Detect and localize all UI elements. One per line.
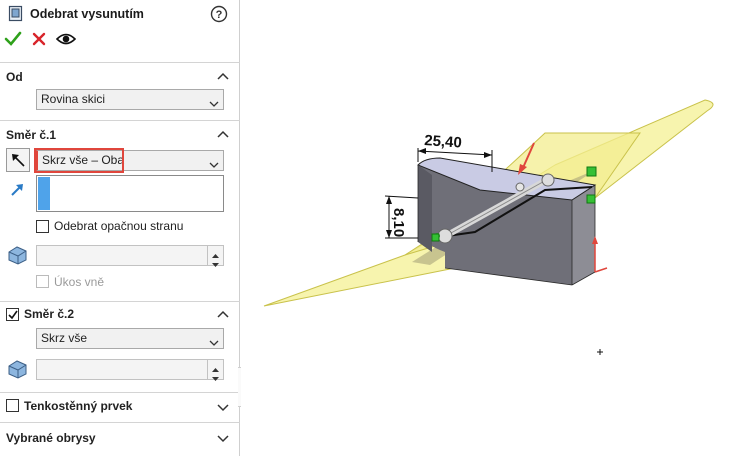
- preview-eye-icon[interactable]: [55, 31, 77, 47]
- reverse-direction-icon: [12, 154, 25, 167]
- separator: [0, 422, 240, 423]
- cancel-x-icon[interactable]: [31, 31, 47, 47]
- direction2-checkbox[interactable]: [6, 308, 19, 321]
- chevron-up-icon[interactable]: [216, 128, 230, 138]
- separator: [0, 120, 240, 121]
- chevron-up-icon[interactable]: [216, 308, 230, 318]
- section-selected-contours-title: Vybrané obrysy: [6, 431, 96, 445]
- section-thin-feature-title: Tenkostěnný prvek: [24, 399, 133, 413]
- ok-checkmark-icon[interactable]: [4, 30, 22, 48]
- draft-outward-checkbox[interactable]: [36, 275, 49, 288]
- separator: [0, 301, 240, 302]
- panel-header: Odebrat vysunutím ?: [0, 0, 240, 62]
- direction2-dropdown[interactable]: Skrz vše: [36, 328, 224, 349]
- cursor-crosshair: [597, 349, 603, 355]
- separator: [0, 62, 240, 63]
- from-dropdown[interactable]: Rovina skici: [36, 89, 224, 110]
- separator: [0, 392, 240, 393]
- draft-icon[interactable]: [6, 243, 30, 267]
- dimension-horizontal[interactable]: 25,40: [424, 132, 463, 152]
- dimension-vertical[interactable]: 8,10: [390, 208, 407, 237]
- section-from-title: Od: [6, 70, 23, 84]
- spin-up-icon[interactable]: [211, 362, 220, 372]
- thin-feature-checkbox[interactable]: [6, 399, 19, 412]
- active-selection-bar: [38, 177, 50, 210]
- section-direction1-title: Směr č.1: [6, 128, 57, 142]
- section-direction2-title: Směr č.2: [24, 307, 75, 321]
- reverse-direction-button[interactable]: [6, 148, 30, 172]
- property-manager-panel: Odebrat vysunutím ? Od Rovina skici Směr…: [0, 0, 240, 456]
- graphics-viewport[interactable]: 25,40 8,10: [241, 0, 750, 456]
- chevron-up-icon[interactable]: [216, 70, 230, 80]
- draft-angle-spinner[interactable]: [36, 245, 224, 267]
- extruded-cut-icon: [8, 5, 24, 23]
- chevron-down-icon: [209, 334, 219, 346]
- spin-up-icon[interactable]: [211, 248, 220, 258]
- direction-vector-listbox[interactable]: [36, 175, 224, 212]
- direction-arrow-icon[interactable]: [7, 178, 31, 202]
- chevron-down-icon[interactable]: [216, 432, 230, 443]
- panel-title: Odebrat vysunutím: [30, 7, 144, 21]
- spin-down-icon[interactable]: [211, 371, 220, 381]
- checkmark-icon: [8, 310, 18, 320]
- spinner-buttons[interactable]: [207, 246, 223, 267]
- chevron-down-icon: [209, 95, 219, 107]
- flip-side-checkbox[interactable]: [36, 220, 49, 233]
- spinner-buttons[interactable]: [207, 360, 223, 381]
- chevron-down-icon: [209, 156, 219, 168]
- draft-icon[interactable]: [6, 357, 30, 381]
- highlight-box: [34, 148, 124, 173]
- model-view: 25,40 8,10: [263, 99, 714, 355]
- direction2-draft-spinner[interactable]: [36, 359, 224, 381]
- svg-text:?: ?: [216, 9, 223, 21]
- draft-outward-label: Úkos vně: [54, 275, 105, 289]
- flip-side-label: Odebrat opačnou stranu: [54, 219, 184, 233]
- chevron-down-icon[interactable]: [216, 401, 230, 412]
- from-dropdown-value: Rovina skici: [41, 92, 106, 106]
- direction2-value: Skrz vše: [41, 331, 88, 345]
- help-icon[interactable]: ?: [210, 5, 228, 23]
- triad-x: [594, 267, 608, 273]
- part-left-face: [418, 165, 432, 252]
- spin-down-icon[interactable]: [211, 257, 220, 267]
